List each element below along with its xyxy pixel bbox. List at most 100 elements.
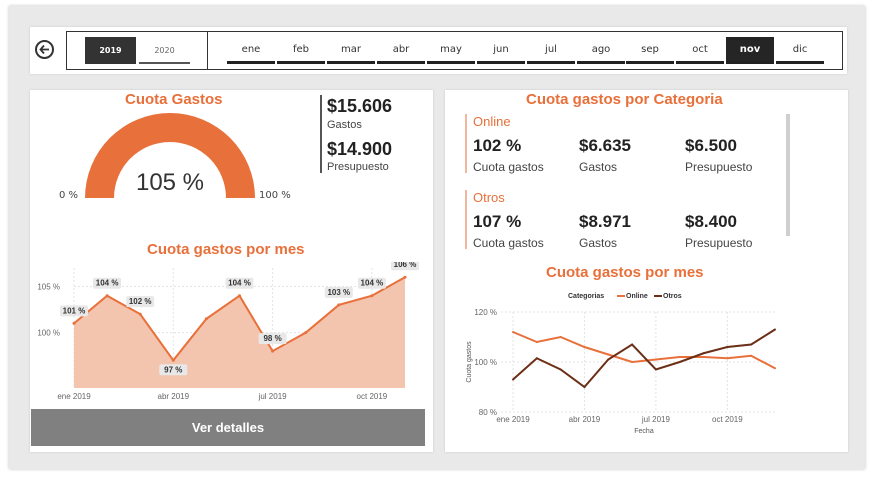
data-point-otros (654, 368, 657, 371)
data-point-otros (702, 352, 705, 355)
kpi-gastos-label: Gastos (327, 119, 362, 131)
x-tick-label: ene 2019 (57, 392, 91, 401)
data-point-otros (559, 368, 562, 371)
x-axis-title: Fecha (634, 428, 654, 435)
categories-scrollbar[interactable] (786, 114, 790, 236)
area-fill (74, 277, 405, 388)
month-button-nov[interactable]: nov (726, 37, 774, 64)
online-accent-bar (465, 114, 467, 173)
data-label: 97 % (164, 365, 182, 374)
data-point-online (535, 341, 538, 343)
kpi-presupuesto-value: $14.900 (327, 139, 393, 159)
data-point-online (631, 361, 634, 363)
ver-detalles-button[interactable]: Ver detalles (31, 409, 425, 446)
legend-label-online: Online (626, 293, 648, 300)
month-button-oct[interactable]: oct (676, 37, 724, 64)
data-point-online (702, 356, 705, 358)
data-point-online (750, 354, 753, 357)
month-button-ago[interactable]: ago (577, 37, 625, 64)
data-point-otros (535, 357, 538, 360)
right-line-chart: Categorias Online Otros 80 % 100 % 120 % ene 2… (466, 293, 776, 435)
otros-accent-bar (465, 190, 467, 249)
otros-category-name: Otros (473, 190, 505, 205)
otros-cuota-value: 107 % (473, 212, 522, 231)
x-tick-label: ene 2019 (496, 415, 530, 424)
data-point-online (583, 346, 586, 348)
data-label: 106 % (394, 262, 417, 269)
data-label: 104 % (228, 279, 251, 288)
left-chart-title: Cuota gastos por mes (147, 241, 305, 258)
data-point-otros (678, 361, 681, 363)
otros-gastos-label: Gastos (579, 236, 618, 250)
right-chart-title: Cuota gastos por mes (546, 264, 704, 281)
data-point-online (678, 356, 681, 358)
data-label: 98 % (263, 334, 281, 343)
month-button-sep[interactable]: sep (626, 37, 674, 64)
y-tick-label: 100 % (474, 358, 497, 367)
data-point-otros (631, 343, 634, 346)
data-point-otros (750, 343, 753, 346)
x-tick-label: oct 2019 (357, 392, 388, 401)
data-point-online (726, 357, 729, 360)
data-label: 104 % (361, 279, 384, 288)
data-point-online (559, 336, 562, 338)
back-arrow-icon[interactable] (35, 40, 54, 59)
y-tick-label: 120 % (474, 308, 497, 317)
month-button-mar[interactable]: mar (327, 37, 375, 64)
data-label: 101 % (63, 306, 86, 315)
data-label: 102 % (129, 297, 152, 306)
month-button-may[interactable]: may (427, 37, 475, 64)
categories-title: Cuota gastos por Categoria (526, 91, 723, 108)
data-point-online (607, 353, 610, 356)
gauge-value: 105 % (135, 169, 205, 196)
y-axis-title: Cuota gastos (466, 341, 473, 383)
online-cuota-value: 102 % (473, 136, 522, 155)
otros-cuota-label: Cuota gastos (473, 236, 544, 250)
x-tick-label: oct 2019 (712, 415, 743, 424)
data-point (370, 294, 374, 298)
data-point-otros (726, 346, 729, 348)
data-point-otros (583, 386, 586, 388)
online-gastos-label: Gastos (579, 160, 618, 174)
gauge-min-label: 0 % (59, 190, 79, 201)
month-button-dic[interactable]: dic (776, 37, 824, 64)
online-presupuesto-value: $6.500 (685, 136, 737, 155)
legend-label-otros: Otros (663, 293, 682, 300)
data-point-online (512, 331, 514, 333)
data-point (271, 349, 275, 353)
left-area-chart: 100 % 105 % 101 % 104 % 102 % 97 % 104 % 98 % 10… (37, 262, 419, 401)
kpi-divider (320, 95, 322, 173)
month-button-jul[interactable]: jul (527, 37, 575, 64)
x-tick-label: abr 2019 (158, 392, 190, 401)
online-presupuesto-label: Presupuesto (685, 160, 753, 174)
data-point-online (654, 358, 657, 361)
data-point (204, 317, 208, 321)
x-tick-label: jul 2019 (641, 415, 671, 424)
otros-presupuesto-value: $8.400 (685, 212, 737, 231)
month-button-abr[interactable]: abr (377, 37, 425, 64)
online-gastos-value: $6.635 (579, 136, 631, 155)
year-button-2020[interactable]: 2020 (139, 37, 190, 64)
data-point-otros (607, 358, 610, 361)
month-button-jun[interactable]: jun (477, 37, 525, 64)
kpi-presupuesto-label: Presupuesto (327, 161, 389, 173)
y-tick-label: 80 % (479, 408, 497, 417)
month-button-feb[interactable]: feb (277, 37, 325, 64)
data-label: 103 % (327, 288, 350, 297)
data-point-otros (512, 378, 514, 381)
otros-presupuesto-label: Presupuesto (685, 236, 753, 250)
data-point (238, 294, 241, 298)
gauge-title: Cuota Gastos (125, 91, 223, 108)
gauge-max-label: 100 % (259, 190, 291, 201)
data-point (72, 321, 76, 325)
data-label: 104 % (96, 279, 119, 288)
data-point (337, 303, 341, 307)
year-button-2019[interactable]: 2019 (85, 37, 136, 64)
month-button-ene[interactable]: ene (227, 37, 275, 64)
kpi-gastos-value: $15.606 (327, 96, 393, 116)
y-tick-label: 105 % (37, 282, 60, 291)
legend-title: Categorias (568, 293, 604, 300)
data-point (171, 358, 175, 362)
data-point (304, 331, 308, 335)
otros-gastos-value: $8.971 (579, 212, 631, 231)
